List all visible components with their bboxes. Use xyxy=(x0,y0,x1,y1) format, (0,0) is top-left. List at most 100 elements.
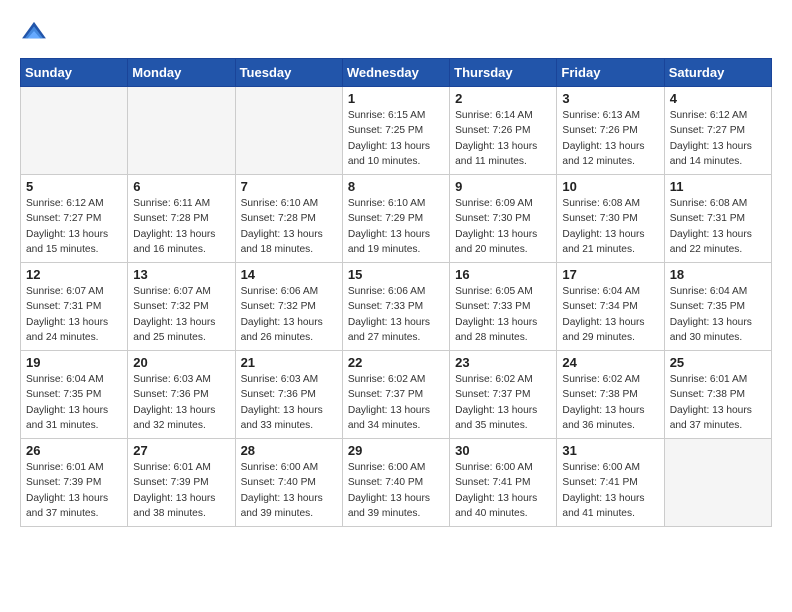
day-number: 4 xyxy=(670,91,766,106)
calendar-cell: 11 Sunrise: 6:08 AM Sunset: 7:31 PM Dayl… xyxy=(664,175,771,263)
calendar-cell: 6 Sunrise: 6:11 AM Sunset: 7:28 PM Dayli… xyxy=(128,175,235,263)
day-number: 8 xyxy=(348,179,444,194)
sunset-text: Sunset: 7:30 PM xyxy=(562,213,637,224)
calendar-cell: 9 Sunrise: 6:09 AM Sunset: 7:30 PM Dayli… xyxy=(450,175,557,263)
calendar-cell: 26 Sunrise: 6:01 AM Sunset: 7:39 PM Dayl… xyxy=(21,439,128,527)
calendar-cell xyxy=(128,87,235,175)
sunrise-text: Sunrise: 6:14 AM xyxy=(455,110,533,121)
page-header xyxy=(20,20,772,42)
day-number: 12 xyxy=(26,267,122,282)
daylight-text: Daylight: 13 hours and 28 minutes. xyxy=(455,317,537,343)
sunrise-text: Sunrise: 6:00 AM xyxy=(455,462,533,473)
sunset-text: Sunset: 7:30 PM xyxy=(455,213,530,224)
sunrise-text: Sunrise: 6:07 AM xyxy=(26,286,104,297)
daylight-text: Daylight: 13 hours and 27 minutes. xyxy=(348,317,430,343)
calendar-cell: 2 Sunrise: 6:14 AM Sunset: 7:26 PM Dayli… xyxy=(450,87,557,175)
daylight-text: Daylight: 13 hours and 32 minutes. xyxy=(133,405,215,431)
calendar-cell: 28 Sunrise: 6:00 AM Sunset: 7:40 PM Dayl… xyxy=(235,439,342,527)
calendar-cell: 5 Sunrise: 6:12 AM Sunset: 7:27 PM Dayli… xyxy=(21,175,128,263)
calendar-cell: 31 Sunrise: 6:00 AM Sunset: 7:41 PM Dayl… xyxy=(557,439,664,527)
sunrise-text: Sunrise: 6:05 AM xyxy=(455,286,533,297)
day-info: Sunrise: 6:00 AM Sunset: 7:41 PM Dayligh… xyxy=(562,460,658,521)
day-number: 20 xyxy=(133,355,229,370)
daylight-text: Daylight: 13 hours and 36 minutes. xyxy=(562,405,644,431)
sunrise-text: Sunrise: 6:02 AM xyxy=(348,374,426,385)
sunrise-text: Sunrise: 6:06 AM xyxy=(348,286,426,297)
daylight-text: Daylight: 13 hours and 22 minutes. xyxy=(670,229,752,255)
sunset-text: Sunset: 7:36 PM xyxy=(241,389,316,400)
calendar-cell: 29 Sunrise: 6:00 AM Sunset: 7:40 PM Dayl… xyxy=(342,439,449,527)
sunrise-text: Sunrise: 6:01 AM xyxy=(670,374,748,385)
day-info: Sunrise: 6:04 AM Sunset: 7:35 PM Dayligh… xyxy=(26,372,122,433)
weekday-header-tuesday: Tuesday xyxy=(235,59,342,87)
day-info: Sunrise: 6:01 AM Sunset: 7:39 PM Dayligh… xyxy=(26,460,122,521)
daylight-text: Daylight: 13 hours and 24 minutes. xyxy=(26,317,108,343)
day-number: 16 xyxy=(455,267,551,282)
sunset-text: Sunset: 7:40 PM xyxy=(241,477,316,488)
day-number: 26 xyxy=(26,443,122,458)
sunset-text: Sunset: 7:33 PM xyxy=(455,301,530,312)
calendar-cell: 7 Sunrise: 6:10 AM Sunset: 7:28 PM Dayli… xyxy=(235,175,342,263)
day-info: Sunrise: 6:03 AM Sunset: 7:36 PM Dayligh… xyxy=(241,372,337,433)
day-info: Sunrise: 6:04 AM Sunset: 7:35 PM Dayligh… xyxy=(670,284,766,345)
daylight-text: Daylight: 13 hours and 15 minutes. xyxy=(26,229,108,255)
daylight-text: Daylight: 13 hours and 20 minutes. xyxy=(455,229,537,255)
day-info: Sunrise: 6:14 AM Sunset: 7:26 PM Dayligh… xyxy=(455,108,551,169)
sunset-text: Sunset: 7:25 PM xyxy=(348,125,423,136)
day-info: Sunrise: 6:01 AM Sunset: 7:38 PM Dayligh… xyxy=(670,372,766,433)
sunrise-text: Sunrise: 6:10 AM xyxy=(348,198,426,209)
calendar-cell: 30 Sunrise: 6:00 AM Sunset: 7:41 PM Dayl… xyxy=(450,439,557,527)
calendar-cell: 27 Sunrise: 6:01 AM Sunset: 7:39 PM Dayl… xyxy=(128,439,235,527)
day-info: Sunrise: 6:10 AM Sunset: 7:28 PM Dayligh… xyxy=(241,196,337,257)
day-number: 17 xyxy=(562,267,658,282)
day-info: Sunrise: 6:11 AM Sunset: 7:28 PM Dayligh… xyxy=(133,196,229,257)
day-number: 21 xyxy=(241,355,337,370)
day-info: Sunrise: 6:06 AM Sunset: 7:32 PM Dayligh… xyxy=(241,284,337,345)
sunrise-text: Sunrise: 6:06 AM xyxy=(241,286,319,297)
day-info: Sunrise: 6:06 AM Sunset: 7:33 PM Dayligh… xyxy=(348,284,444,345)
sunrise-text: Sunrise: 6:00 AM xyxy=(348,462,426,473)
sunset-text: Sunset: 7:32 PM xyxy=(133,301,208,312)
sunset-text: Sunset: 7:41 PM xyxy=(455,477,530,488)
calendar-week-row: 1 Sunrise: 6:15 AM Sunset: 7:25 PM Dayli… xyxy=(21,87,772,175)
sunrise-text: Sunrise: 6:10 AM xyxy=(241,198,319,209)
calendar-table: SundayMondayTuesdayWednesdayThursdayFrid… xyxy=(20,58,772,527)
day-number: 23 xyxy=(455,355,551,370)
calendar-week-row: 12 Sunrise: 6:07 AM Sunset: 7:31 PM Dayl… xyxy=(21,263,772,351)
sunrise-text: Sunrise: 6:02 AM xyxy=(562,374,640,385)
daylight-text: Daylight: 13 hours and 11 minutes. xyxy=(455,141,537,167)
weekday-header-thursday: Thursday xyxy=(450,59,557,87)
calendar-cell: 20 Sunrise: 6:03 AM Sunset: 7:36 PM Dayl… xyxy=(128,351,235,439)
sunrise-text: Sunrise: 6:07 AM xyxy=(133,286,211,297)
day-number: 30 xyxy=(455,443,551,458)
daylight-text: Daylight: 13 hours and 16 minutes. xyxy=(133,229,215,255)
calendar-cell xyxy=(235,87,342,175)
day-number: 6 xyxy=(133,179,229,194)
sunrise-text: Sunrise: 6:01 AM xyxy=(133,462,211,473)
daylight-text: Daylight: 13 hours and 37 minutes. xyxy=(670,405,752,431)
day-number: 9 xyxy=(455,179,551,194)
daylight-text: Daylight: 13 hours and 29 minutes. xyxy=(562,317,644,343)
daylight-text: Daylight: 13 hours and 39 minutes. xyxy=(348,493,430,519)
day-number: 3 xyxy=(562,91,658,106)
weekday-header-monday: Monday xyxy=(128,59,235,87)
day-info: Sunrise: 6:09 AM Sunset: 7:30 PM Dayligh… xyxy=(455,196,551,257)
daylight-text: Daylight: 13 hours and 41 minutes. xyxy=(562,493,644,519)
daylight-text: Daylight: 13 hours and 35 minutes. xyxy=(455,405,537,431)
sunrise-text: Sunrise: 6:15 AM xyxy=(348,110,426,121)
sunset-text: Sunset: 7:28 PM xyxy=(241,213,316,224)
day-info: Sunrise: 6:04 AM Sunset: 7:34 PM Dayligh… xyxy=(562,284,658,345)
daylight-text: Daylight: 13 hours and 33 minutes. xyxy=(241,405,323,431)
sunset-text: Sunset: 7:34 PM xyxy=(562,301,637,312)
sunrise-text: Sunrise: 6:00 AM xyxy=(562,462,640,473)
day-info: Sunrise: 6:12 AM Sunset: 7:27 PM Dayligh… xyxy=(26,196,122,257)
weekday-header-sunday: Sunday xyxy=(21,59,128,87)
day-number: 10 xyxy=(562,179,658,194)
sunset-text: Sunset: 7:40 PM xyxy=(348,477,423,488)
day-number: 2 xyxy=(455,91,551,106)
day-number: 22 xyxy=(348,355,444,370)
day-info: Sunrise: 6:03 AM Sunset: 7:36 PM Dayligh… xyxy=(133,372,229,433)
day-info: Sunrise: 6:12 AM Sunset: 7:27 PM Dayligh… xyxy=(670,108,766,169)
day-number: 25 xyxy=(670,355,766,370)
sunrise-text: Sunrise: 6:08 AM xyxy=(670,198,748,209)
